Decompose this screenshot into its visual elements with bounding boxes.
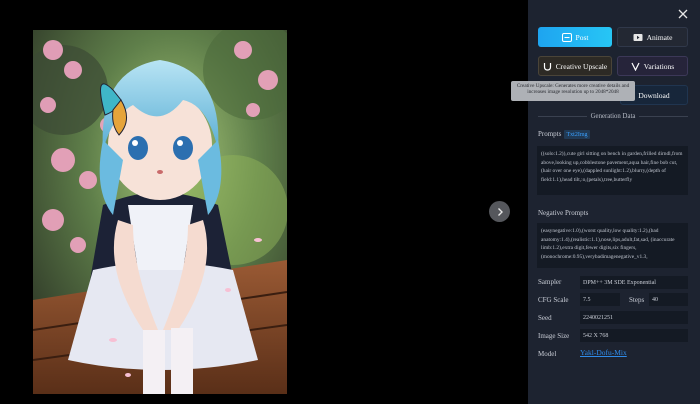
divider <box>538 116 587 117</box>
download-label: Download <box>638 90 670 100</box>
creative-upscale-button[interactable]: Creative Upscale <box>538 56 612 76</box>
prompt-text[interactable]: ((solo:1.2)),cute girl sitting on bench … <box>537 146 688 195</box>
prompt-type-badge: Txt2Img <box>564 130 590 139</box>
generated-image[interactable] <box>33 30 287 394</box>
divider <box>639 116 689 117</box>
steps-value: 40 <box>649 293 688 306</box>
chevron-right-icon <box>497 207 503 216</box>
animate-icon <box>633 33 643 41</box>
negative-prompts-label: Negative Prompts <box>538 209 589 217</box>
animate-button[interactable]: Animate <box>617 27 688 47</box>
creative-upscale-tooltip: Creative Upscale: Generates more creativ… <box>511 81 635 101</box>
artwork-illustration <box>33 30 287 394</box>
generation-data-header: Generation Data <box>538 113 689 120</box>
post-icon <box>561 32 572 42</box>
next-image-button[interactable] <box>489 201 510 222</box>
model-label: Model <box>538 350 557 358</box>
model-link[interactable]: Yakl-Dofu-Mix <box>580 348 627 357</box>
close-button[interactable] <box>675 6 691 22</box>
image-viewer <box>0 0 528 404</box>
creative-upscale-label: Creative Upscale <box>555 61 608 71</box>
image-size-value: 542 X 768 <box>580 329 688 342</box>
seed-value: 2240021251 <box>580 311 688 324</box>
close-icon <box>678 9 688 19</box>
variations-icon <box>631 62 640 71</box>
cfg-scale-value: 7.5 <box>580 293 620 306</box>
post-label: Post <box>575 32 589 42</box>
steps-label: Steps <box>629 296 645 304</box>
prompts-label: Prompts <box>538 130 562 138</box>
post-button[interactable]: Post <box>538 27 612 47</box>
variations-label: Variations <box>643 61 675 71</box>
animate-label: Animate <box>646 32 673 42</box>
negative-prompt-text[interactable]: (easynegative:1.0),(worst quality,low qu… <box>537 223 688 268</box>
image-size-label: Image Size <box>538 332 570 340</box>
sampler-label: Sampler <box>538 278 562 286</box>
generation-data-title: Generation Data <box>590 113 636 120</box>
variations-button[interactable]: Variations <box>617 56 688 76</box>
sampler-value: DPM++ 3M SDE Exponential <box>580 276 688 289</box>
cfg-scale-label: CFG Scale <box>538 296 569 304</box>
upscale-icon <box>543 62 551 71</box>
seed-label: Seed <box>538 314 552 322</box>
